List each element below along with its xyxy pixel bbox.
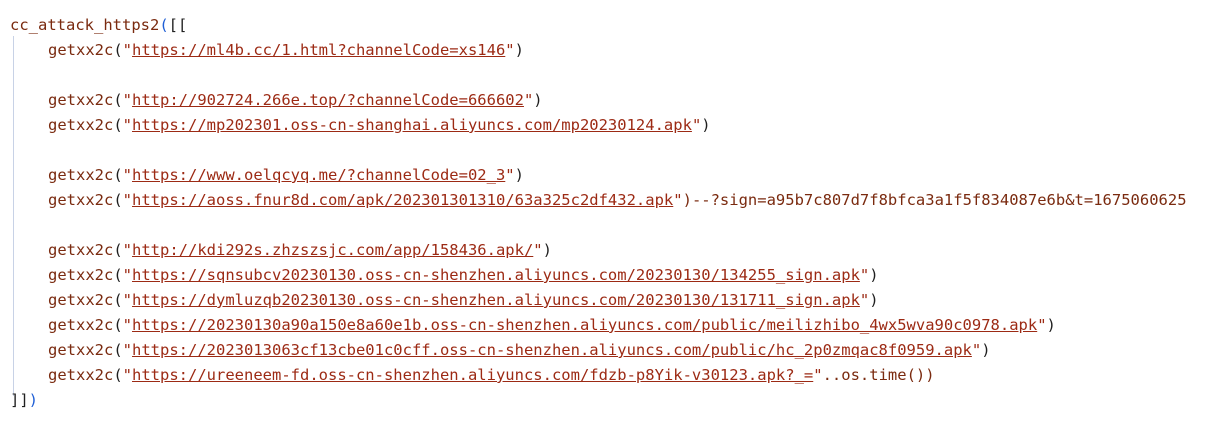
call-function: getxx2c [48,116,114,134]
quote: " [523,91,534,109]
quote: " [1037,316,1047,334]
quote: " [122,241,133,259]
call-suffix: ) [981,341,991,359]
call-paren: ( [113,241,123,259]
call-paren: ( [113,116,123,134]
call-function: getxx2c [48,166,114,184]
call-paren: ( [113,41,123,59]
quote: " [505,166,515,184]
call-function: getxx2c [48,91,114,109]
close-paren: ) [28,391,39,409]
comment-suffix: )--?sign=a95b7c807d7f8bfca3a1f5f834087e6… [682,191,1187,209]
quote: " [533,241,543,259]
quote: " [122,91,133,109]
code-line[interactable]: getxx2c("https://sqnsubcv20230130.oss-cn… [48,263,879,288]
indent-guide [13,36,14,396]
quote: " [122,116,133,134]
call-function: getxx2c [48,241,114,259]
url-link[interactable]: https://20230130a90a150e8a60e1b.oss-cn-s… [132,316,1037,334]
url-link[interactable]: https://dymluzqb20230130.oss-cn-shenzhen… [132,291,860,309]
code-line-header[interactable]: cc_attack_https2([[ [10,13,187,38]
call-function: getxx2c [48,191,114,209]
url-link[interactable]: https://ml4b.cc/1.html?channelCode=xs146 [132,41,505,59]
code-line[interactable]: getxx2c("https://20230130a90a150e8a60e1b… [48,313,1056,338]
call-suffix: ) [869,266,879,284]
call-paren: ( [113,316,123,334]
url-link[interactable]: https://sqnsubcv20230130.oss-cn-shenzhen… [132,266,860,284]
call-suffix: ) [514,41,524,59]
url-link[interactable]: http://902724.266e.top/?channelCode=6666… [132,91,524,109]
call-suffix: ) [701,116,711,134]
call-suffix: ) [869,291,879,309]
call-suffix: ) [533,91,543,109]
close-brackets: ]] [10,391,29,409]
call-paren: ( [113,166,123,184]
code-line[interactable]: getxx2c("http://902724.266e.top/?channel… [48,88,543,113]
call-function: getxx2c [48,266,114,284]
url-link[interactable]: https://ureeneem-fd.oss-cn-shenzhen.aliy… [132,366,813,384]
call-suffix: ..os.time()) [822,366,935,384]
code-line[interactable]: getxx2c("https://2023013063cf13cbe01c0cf… [48,338,991,363]
call-paren: ( [113,341,123,359]
call-function: getxx2c [48,41,114,59]
code-editor[interactable]: cc_attack_https2([[ getxx2c("https://ml4… [0,0,1216,430]
code-line[interactable]: getxx2c("https://mp202301.oss-cn-shangha… [48,113,711,138]
quote: " [122,291,133,309]
url-link[interactable]: https://mp202301.oss-cn-shanghai.aliyunc… [132,116,692,134]
code-line[interactable]: getxx2c("https://www.oelqcyq.me/?channel… [48,163,524,188]
url-link[interactable]: https://2023013063cf13cbe01c0cff.oss-cn-… [132,341,972,359]
quote: " [813,366,823,384]
call-suffix: ) [514,166,524,184]
quote: " [122,191,133,209]
call-suffix: ) [1046,316,1056,334]
open-paren: ( [159,16,169,34]
quote: " [122,366,133,384]
quote: " [505,41,515,59]
call-paren: ( [113,191,123,209]
call-paren: ( [113,266,123,284]
quote: " [691,116,702,134]
url-link[interactable]: http://kdi292s.zhzszsjc.com/app/158436.a… [132,241,533,259]
code-line[interactable]: getxx2c("https://aoss.fnur8d.com/apk/202… [48,188,1187,213]
url-link[interactable]: https://aoss.fnur8d.com/apk/202301301310… [132,191,673,209]
quote: " [859,266,870,284]
code-line[interactable]: getxx2c("http://kdi292s.zhzszsjc.com/app… [48,238,552,263]
quote: " [122,41,133,59]
open-brackets: [[ [168,16,188,34]
call-paren: ( [113,291,123,309]
quote: " [122,166,133,184]
quote: " [122,341,133,359]
quote: " [859,291,870,309]
quote: " [122,266,133,284]
call-paren: ( [113,91,123,109]
function-name: cc_attack_https2 [10,16,160,34]
quote: " [673,191,683,209]
call-suffix: ) [542,241,552,259]
code-line-footer[interactable]: ]]) [10,388,38,413]
call-function: getxx2c [48,316,114,334]
quote: " [122,316,133,334]
quote: " [971,341,982,359]
code-line[interactable]: getxx2c("https://ml4b.cc/1.html?channelC… [48,38,524,63]
call-function: getxx2c [48,366,114,384]
call-paren: ( [113,366,123,384]
call-function: getxx2c [48,291,114,309]
call-function: getxx2c [48,341,114,359]
code-line[interactable]: getxx2c("https://ureeneem-fd.oss-cn-shen… [48,363,935,388]
url-link[interactable]: https://www.oelqcyq.me/?channelCode=02_3 [132,166,505,184]
code-line[interactable]: getxx2c("https://dymluzqb20230130.oss-cn… [48,288,879,313]
